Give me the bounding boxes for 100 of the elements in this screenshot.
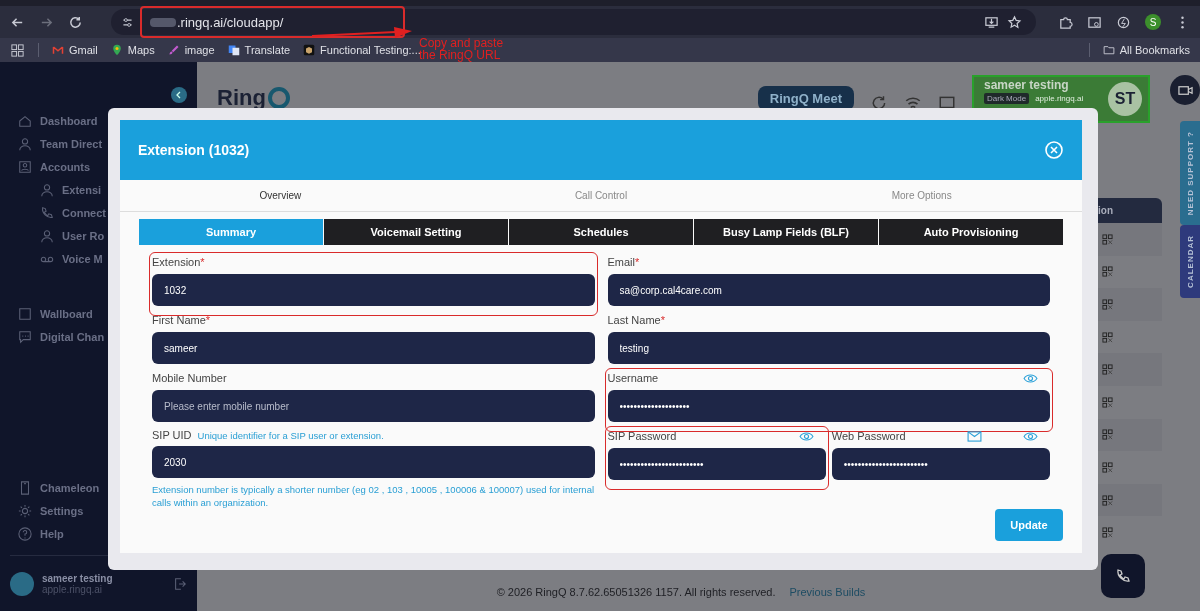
bookmark[interactable]: Functional Testing:... xyxy=(303,44,421,56)
sidebar-label: Wallboard xyxy=(40,307,93,320)
qr-code-icon[interactable] xyxy=(1102,299,1113,310)
required-mark: * xyxy=(205,314,211,326)
field-label: Last Name xyxy=(607,314,661,326)
search-tab-icon[interactable] xyxy=(1087,14,1102,30)
eye-icon[interactable] xyxy=(1023,372,1038,384)
dialog-tab[interactable]: Call Control xyxy=(440,180,762,211)
user-domain: apple.ringq.ai xyxy=(42,583,103,595)
qr-code-icon[interactable] xyxy=(1102,266,1113,278)
person-icon xyxy=(18,136,32,151)
sidebar-item[interactable]: Help xyxy=(0,522,197,545)
input-field[interactable]: sa@corp.cal4care.com xyxy=(607,274,1050,306)
input-field[interactable]: testing xyxy=(607,332,1050,364)
folder-icon xyxy=(1102,44,1115,56)
box-icon xyxy=(303,44,316,56)
section-tab[interactable]: Auto Provisioning xyxy=(879,219,1063,245)
phone-icon xyxy=(1115,568,1131,584)
map-pin-icon xyxy=(110,44,123,56)
translate-icon xyxy=(227,44,240,56)
profile-avatar[interactable]: S xyxy=(1145,14,1161,30)
dark-mode-toggle[interactable]: Dark Mode xyxy=(984,93,1030,104)
qr-code-icon[interactable] xyxy=(1102,527,1113,539)
sidebar-label: Voice M xyxy=(62,252,103,265)
bookmark[interactable]: Maps xyxy=(110,44,155,56)
field-label: Web Password xyxy=(831,430,906,442)
sidebar-label: Settings xyxy=(40,504,84,517)
required-mark: * xyxy=(635,256,640,268)
qr-code-icon[interactable] xyxy=(1102,494,1113,506)
field-label: SIP Password xyxy=(607,430,677,442)
input-field[interactable]: Please enter mobile number xyxy=(152,390,595,422)
puzzle-icon[interactable] xyxy=(1058,14,1073,30)
user-initials-avatar: ST xyxy=(1108,82,1142,116)
user-domain: apple.ringq.ai xyxy=(1035,93,1084,104)
reload-icon[interactable] xyxy=(68,14,83,30)
copyright-text: © 2026 RingQ 8.7.62.65051326 1157. All rights reserved. xyxy=(496,586,776,598)
sidebar-label: Accounts xyxy=(40,160,91,173)
apps-grid-icon[interactable] xyxy=(10,42,25,58)
input-field[interactable]: 1032 xyxy=(152,274,595,306)
leaf-icon[interactable] xyxy=(1116,14,1131,30)
close-icon[interactable] xyxy=(1044,140,1064,160)
brush-icon xyxy=(167,44,180,56)
eye-icon[interactable] xyxy=(1023,430,1038,442)
call-button[interactable] xyxy=(1101,554,1145,598)
chat-icon xyxy=(18,329,32,344)
field-label: First Name xyxy=(152,314,206,326)
site-settings-icon[interactable] xyxy=(121,15,134,29)
mobile-icon xyxy=(18,480,32,495)
input-field[interactable]: 2030 xyxy=(152,446,595,478)
person-icon xyxy=(40,228,54,243)
sidebar-label: Dashboard xyxy=(40,114,98,127)
help-icon xyxy=(18,526,32,541)
section-tab[interactable]: Voicemail Setting xyxy=(324,219,508,245)
field-label: Mobile Number xyxy=(152,372,227,384)
callout-text: Copy and paste the RingQ URL xyxy=(419,37,505,61)
qr-code-icon[interactable] xyxy=(1102,364,1113,376)
bookmark[interactable]: Gmail xyxy=(52,44,98,56)
section-tab[interactable]: Busy Lamp Fields (BLF) xyxy=(694,219,878,245)
qr-code-icon[interactable] xyxy=(1102,233,1113,245)
input-field[interactable]: •••••••••••••••••••••••• xyxy=(607,448,826,480)
redacted-block xyxy=(150,17,176,27)
eye-icon[interactable] xyxy=(798,430,814,442)
video-call-button[interactable] xyxy=(1170,75,1200,105)
address-bar[interactable]: .ringq.ai/cloudapp/ xyxy=(111,9,1036,35)
qr-code-icon[interactable] xyxy=(1102,429,1113,441)
dialog-tab[interactable]: More Options xyxy=(761,180,1082,211)
account-icon xyxy=(18,159,32,174)
mail-icon xyxy=(52,44,64,56)
url-text: .ringq.ai/cloudapp/ xyxy=(177,14,284,30)
gear-icon xyxy=(18,503,32,518)
input-field[interactable]: •••••••••••••••••••• xyxy=(607,390,1050,422)
star-icon[interactable] xyxy=(1007,14,1022,30)
section-tab[interactable]: Schedules xyxy=(509,219,693,245)
mail-icon[interactable] xyxy=(966,430,982,442)
sidebar-item[interactable]: Dashboard xyxy=(0,109,197,132)
required-mark: * xyxy=(660,314,665,326)
user-name: sameer testing xyxy=(984,78,1070,92)
all-bookmarks[interactable]: All Bookmarks xyxy=(1102,44,1190,56)
sidebar-label: Connect xyxy=(62,206,106,219)
qr-code-icon[interactable] xyxy=(1102,461,1113,473)
sidebar-label: User Ro xyxy=(62,229,105,242)
input-field[interactable]: •••••••••••••••••••••••• xyxy=(831,448,1050,480)
dialog-title: Extension (1032) xyxy=(138,142,250,158)
install-icon[interactable] xyxy=(984,14,999,30)
input-field[interactable]: sameer xyxy=(152,332,595,364)
bookmark[interactable]: image xyxy=(167,44,215,56)
logo-avatar-icon xyxy=(10,571,34,596)
bookmark[interactable]: Translate xyxy=(227,44,291,56)
user-name: sameer testing xyxy=(42,572,114,584)
field-label: Extension xyxy=(152,256,201,268)
logout-icon[interactable] xyxy=(173,576,187,591)
sidebar-item[interactable]: Accounts xyxy=(0,155,197,178)
home-icon xyxy=(18,113,32,128)
sidebar-label: Help xyxy=(40,527,64,540)
qr-code-icon[interactable] xyxy=(1102,331,1113,343)
qr-code-icon[interactable] xyxy=(1102,396,1113,408)
collapse-button[interactable] xyxy=(171,87,187,103)
field-note: Extension number is typically a shorter number (eg 02 , 103 , 10005 , 100006 & 100007) used for internal calls within an organization. xyxy=(152,483,595,509)
side-tab[interactable]: CALENDAR xyxy=(1180,225,1200,299)
phone-icon xyxy=(40,205,54,220)
